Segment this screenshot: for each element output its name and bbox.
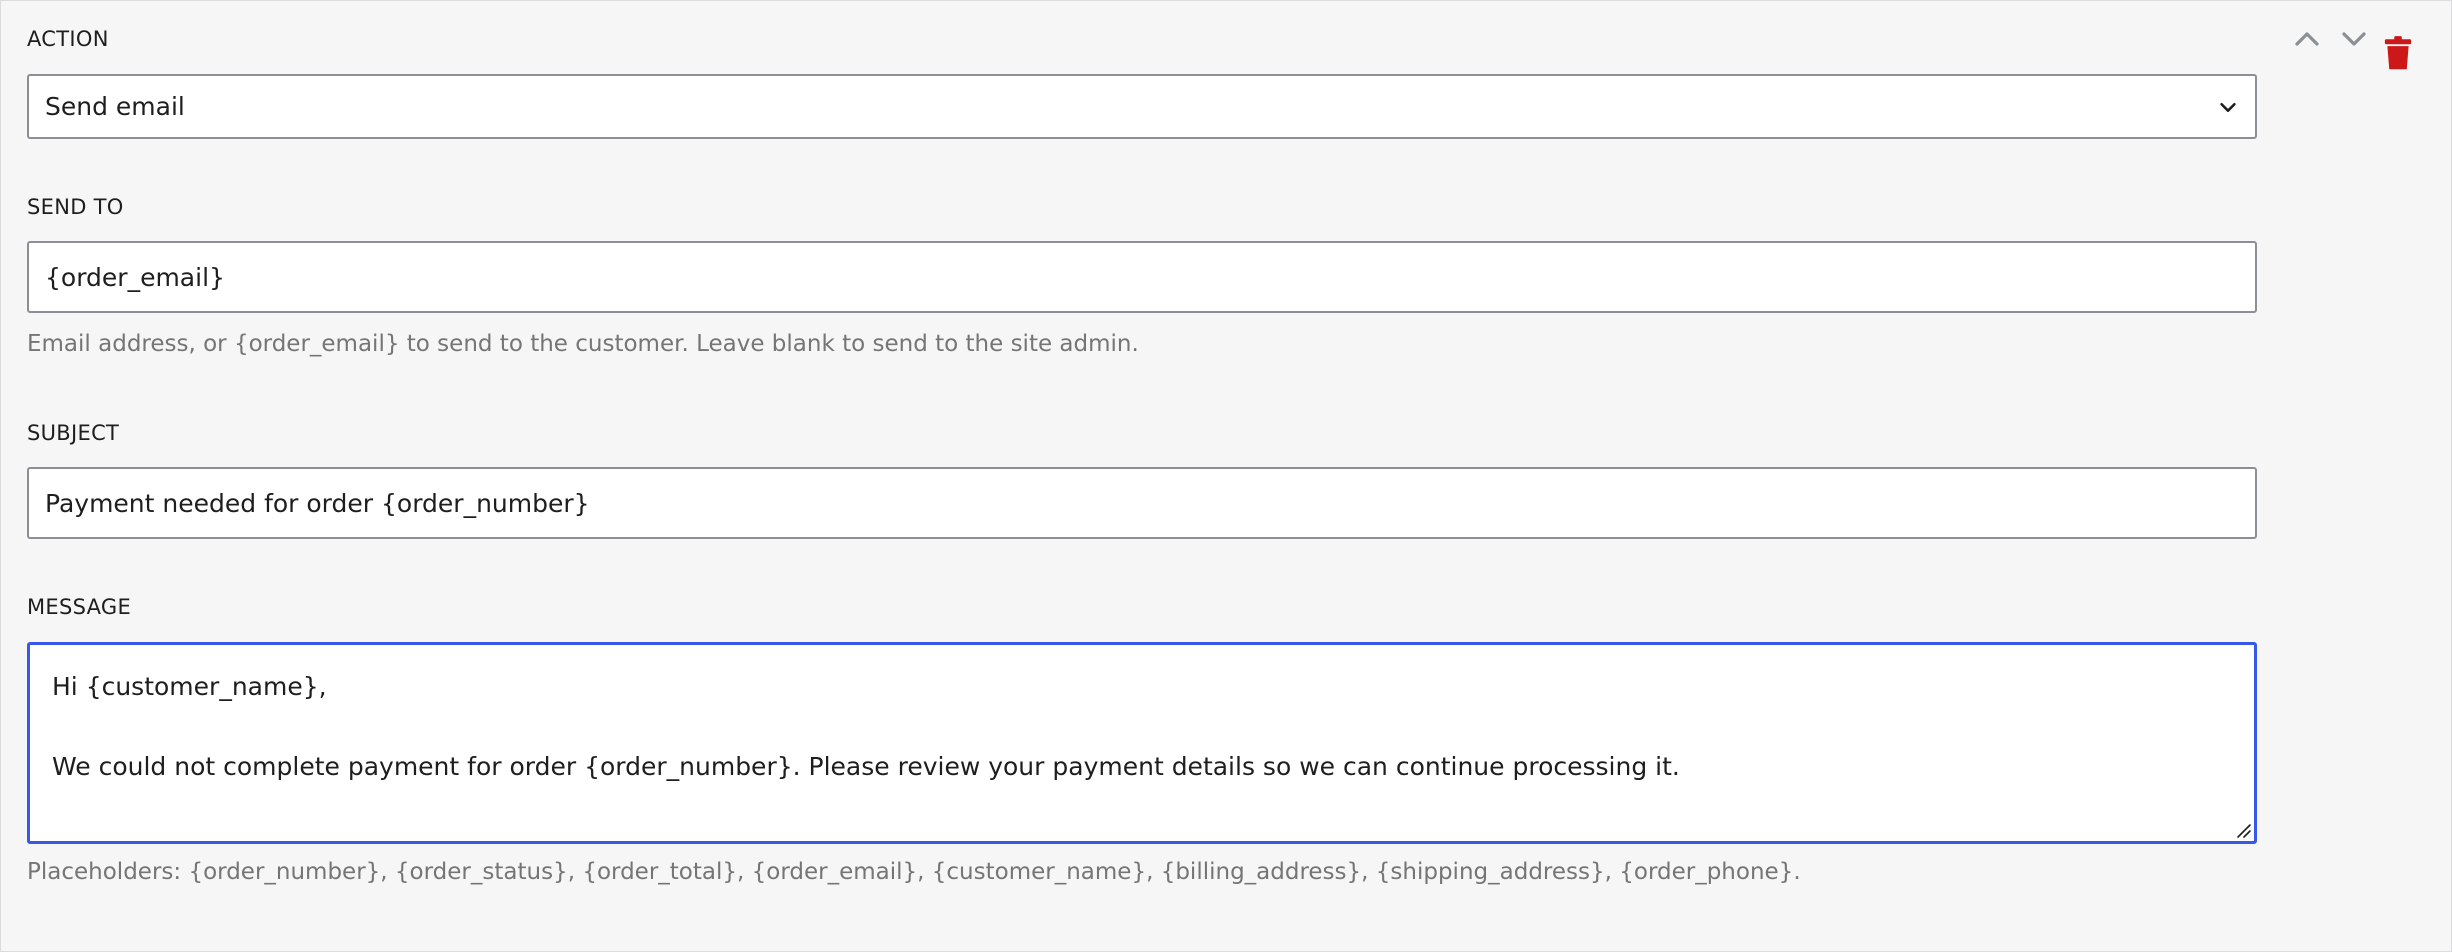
chevron-down-icon: [2220, 102, 2236, 112]
message-line: Hi {customer_name},: [52, 672, 327, 701]
send-to-value: {order_email}: [45, 262, 225, 292]
move-down-button[interactable]: [2334, 19, 2374, 59]
resize-handle-icon[interactable]: [2234, 821, 2252, 839]
subject-input[interactable]: Payment needed for order {order_number}: [27, 467, 2257, 539]
subject-label: SUBJECT: [27, 421, 120, 445]
action-panel: ACTION Send email SEND TO {order_email} …: [0, 0, 2452, 952]
send-to-input[interactable]: {order_email}: [27, 241, 2257, 313]
message-textarea[interactable]: Hi {customer_name}, We could not complet…: [27, 642, 2257, 844]
placeholders-help-text: Placeholders: {order_number}, {order_sta…: [27, 859, 1801, 885]
action-select-value: Send email: [45, 92, 185, 121]
chevron-down-icon: [2342, 32, 2366, 46]
message-label: MESSAGE: [27, 595, 132, 619]
send-to-help-text: Email address, or {order_email} to send …: [27, 331, 1139, 357]
subject-value: Payment needed for order {order_number}: [45, 488, 590, 518]
chevron-up-icon: [2295, 32, 2319, 46]
message-line: We could not complete payment for order …: [52, 752, 1680, 781]
action-select[interactable]: Send email: [27, 74, 2257, 139]
trash-icon: [2384, 36, 2412, 70]
move-up-button[interactable]: [2287, 19, 2327, 59]
send-to-label: SEND TO: [27, 195, 124, 219]
action-label: ACTION: [27, 27, 109, 51]
delete-button[interactable]: [2378, 33, 2418, 73]
